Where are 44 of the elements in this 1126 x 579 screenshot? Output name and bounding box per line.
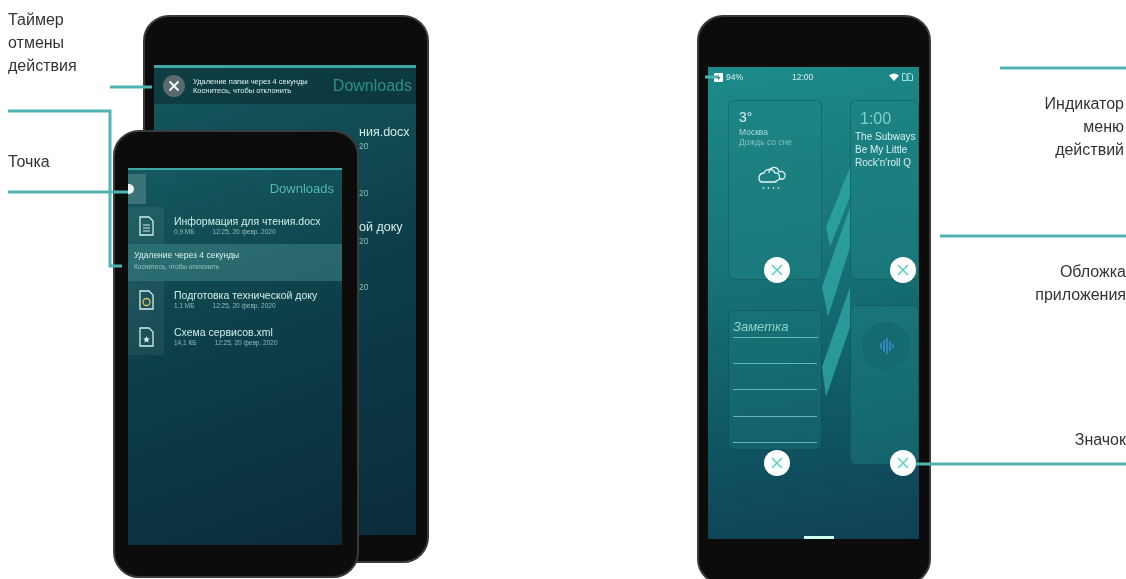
file-name: ой доку: [359, 219, 403, 236]
page-title: Downloads: [332, 76, 412, 96]
home-indicator: [804, 536, 834, 539]
clock-time: 12:00: [792, 71, 814, 84]
leader-line: [110, 85, 152, 89]
callout-label: Точка: [8, 152, 50, 172]
close-button[interactable]: [890, 450, 916, 476]
page-title: Downloads: [269, 179, 334, 198]
close-icon: [771, 457, 783, 469]
close-icon: [771, 264, 783, 276]
callout-label: Значок: [1074, 430, 1126, 450]
battery-charging-icon: [714, 72, 723, 82]
file-date: 20: [359, 235, 369, 248]
file-date: 20: [359, 187, 369, 200]
city-name: Москва: [739, 126, 770, 138]
wifi-icon: [889, 73, 899, 82]
callout-label: Таймер отмены действия: [8, 10, 78, 77]
sim-card-icon: [902, 73, 913, 82]
file-name: Информация для чтения.docx: [174, 214, 321, 228]
artist-name: The Subways: [855, 129, 914, 143]
close-icon: [897, 264, 909, 276]
callout-label: Обложка приложения: [1034, 262, 1126, 306]
battery-percent: 94%: [726, 71, 743, 84]
close-button[interactable]: [764, 450, 790, 476]
document-star-icon: [137, 326, 155, 347]
file-name: Схема сервисов.xml: [174, 325, 274, 339]
close-button[interactable]: [890, 257, 916, 283]
file-name: ния.docx: [359, 124, 410, 141]
close-icon: [897, 457, 909, 469]
file-date: 20: [359, 140, 369, 153]
track-title: Be My Little: [855, 142, 909, 156]
remorse-title: Удаление через 4 секунды: [134, 249, 241, 262]
note-title: Заметка: [733, 317, 819, 338]
close-icon: [163, 75, 185, 97]
callout-label: Индикатор меню действий: [1043, 94, 1124, 161]
file-name: Подготовка технической доку: [174, 288, 318, 302]
close-button[interactable]: [764, 257, 790, 283]
track-title: Rock'n'roll Q: [855, 155, 913, 169]
leader-line: [705, 75, 718, 79]
document-lines-icon: [137, 215, 155, 236]
track-time: 1:00: [858, 109, 893, 129]
temperature: 3°: [739, 109, 754, 127]
file-date: 20: [359, 281, 369, 294]
weather-condition: Дождь со сне: [739, 137, 794, 148]
